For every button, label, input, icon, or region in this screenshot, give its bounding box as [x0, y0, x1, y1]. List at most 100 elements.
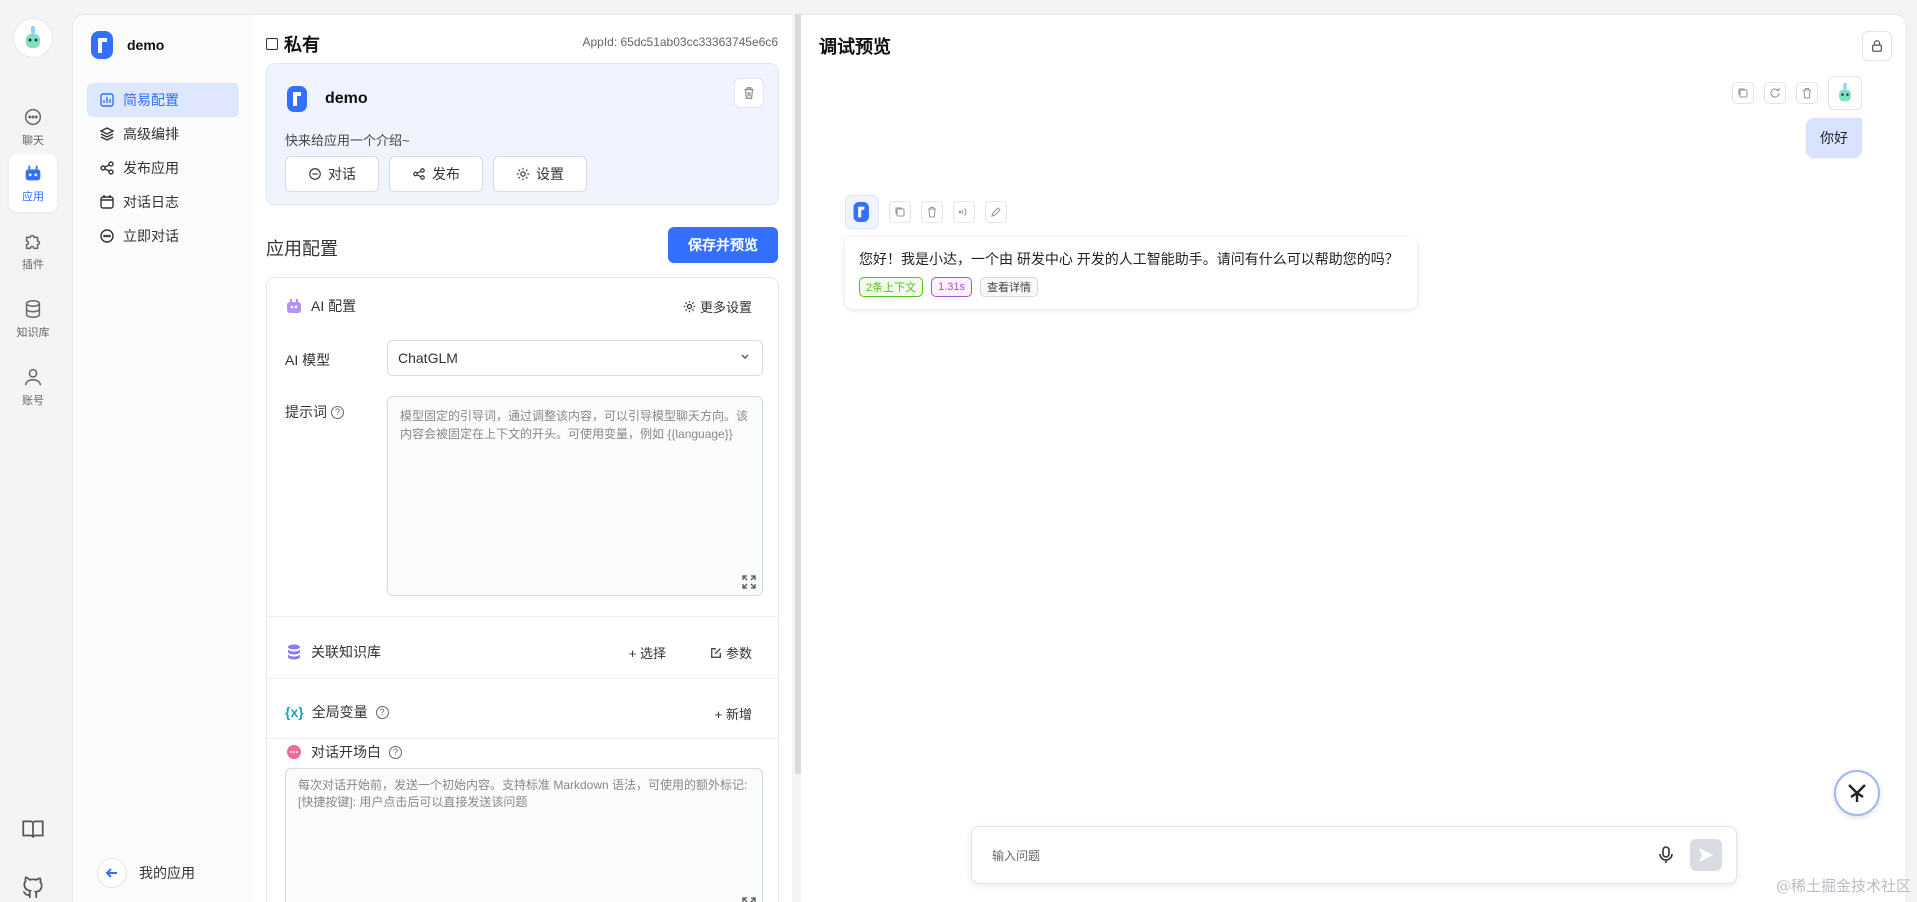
- settings-button[interactable]: 设置: [493, 156, 587, 192]
- help-icon[interactable]: ?: [375, 705, 389, 719]
- rail-item-label: 聊天: [22, 135, 44, 147]
- kb-select-button[interactable]: + 选择: [629, 643, 666, 662]
- nav-item-publish[interactable]: 发布应用: [87, 151, 239, 185]
- robot-icon: [287, 299, 301, 313]
- rail-item-account[interactable]: 账号: [9, 358, 57, 416]
- app-intro: 快来给应用一个介绍~: [285, 133, 410, 148]
- delete-message-button[interactable]: [1796, 82, 1818, 104]
- chat-button[interactable]: 对话: [285, 156, 379, 192]
- chat-input-bar[interactable]: 输入问题: [971, 826, 1737, 884]
- expand-icon[interactable]: [742, 575, 756, 589]
- rail-item-plugin[interactable]: 插件: [9, 222, 57, 280]
- visibility-label: 私有: [284, 35, 320, 55]
- user-icon: [24, 368, 42, 386]
- book-icon[interactable]: [20, 816, 46, 842]
- save-preview-button[interactable]: 保存并预览: [668, 227, 778, 263]
- opening-textarea[interactable]: 每次对话开始前，发送一个初始内容。支持标准 Markdown 语法，可使用的额外…: [285, 768, 763, 902]
- send-button[interactable]: [1690, 839, 1722, 871]
- rail-item-label: 知识库: [16, 327, 50, 339]
- opening-placeholder: 每次对话开始前，发送一个初始内容。支持标准 Markdown 语法，可使用的额外…: [298, 778, 748, 809]
- app-logo-icon: [91, 31, 113, 59]
- github-icon[interactable]: [20, 874, 46, 900]
- app-sidebar-card: demo 简易配置 高级编排 发布应用 对话日志 立即对话 我的应用: [72, 14, 252, 902]
- gear-icon: [683, 300, 696, 313]
- prompt-textarea[interactable]: 模型固定的引导词，通过调整该内容，可以引导模型聊天方向。该内容会被固定在上下文的…: [387, 396, 763, 596]
- nav-item-logs[interactable]: 对话日志: [87, 185, 239, 219]
- prompt-label: 提示词: [285, 404, 327, 420]
- details-tag[interactable]: 查看详情: [980, 277, 1039, 297]
- retry-button[interactable]: [1764, 82, 1786, 104]
- refresh-icon: [1770, 88, 1780, 98]
- back-to-my-apps[interactable]: 我的应用: [97, 858, 195, 888]
- app-logo-icon: [287, 86, 307, 112]
- arrow-left-icon: [97, 858, 127, 888]
- config-box: AI 配置 更多设置 AI 模型 ChatGLM 提示词 ? 模型固定的引导词，…: [266, 277, 779, 902]
- delete-app-button[interactable]: [734, 78, 764, 108]
- copy-button[interactable]: [889, 201, 911, 223]
- vars-add-label: + 新增: [714, 707, 752, 722]
- publish-button[interactable]: 发布: [389, 156, 483, 192]
- user-avatar[interactable]: [13, 18, 53, 58]
- vars-add-button[interactable]: + 新增: [715, 704, 752, 723]
- nav-item-label: 对话日志: [123, 194, 179, 210]
- variable-icon: {x}: [285, 704, 304, 720]
- more-settings-button[interactable]: 更多设置: [683, 297, 752, 316]
- robot-mascot-icon: [26, 26, 40, 48]
- app-info-header: demo: [285, 84, 368, 114]
- assistant-float-button[interactable]: [1834, 770, 1880, 816]
- copy-button[interactable]: [1732, 82, 1754, 104]
- microphone-icon[interactable]: [1656, 845, 1676, 865]
- gear-icon: [516, 167, 530, 181]
- edit-message-button[interactable]: [985, 201, 1007, 223]
- expand-icon[interactable]: [742, 897, 756, 902]
- nav-item-chat-now[interactable]: 立即对话: [87, 219, 239, 253]
- rail-item-label: 账号: [22, 395, 44, 407]
- help-icon[interactable]: ?: [389, 745, 402, 759]
- assistant-logo-icon: [1848, 784, 1866, 802]
- message-tags: 2条上下文 1.31s 查看详情: [859, 277, 1403, 297]
- preview-panel: 调试预览 你好 您好！我是小达，一个由 研发中心 开发的人工智能助手。请问有什么…: [801, 14, 1907, 902]
- kb-params-button[interactable]: 参数: [710, 643, 752, 662]
- trash-icon: [928, 206, 936, 218]
- user-message: 你好: [1806, 118, 1862, 158]
- app-id: AppId: 65dc51ab03cc33363745e6c6: [582, 35, 778, 49]
- lock-icon: [1872, 40, 1882, 52]
- nav-item-label: 高级编排: [123, 126, 179, 142]
- help-icon[interactable]: ?: [331, 405, 344, 419]
- chevron-down-icon: [741, 354, 749, 359]
- app-logo-icon: [853, 202, 869, 222]
- prompt-label-wrap: 提示词 ?: [285, 402, 344, 422]
- ai-config-header: AI 配置: [285, 296, 356, 316]
- app-sidebar: demo 简易配置 高级编排 发布应用 对话日志 立即对话 我的应用: [72, 14, 252, 902]
- rail-item-app[interactable]: 应用: [9, 154, 57, 212]
- nav-item-advanced[interactable]: 高级编排: [87, 117, 239, 151]
- app-header: demo: [89, 29, 164, 61]
- chart-icon: [100, 93, 114, 107]
- main-rail: 聊天 应用 插件 知识库 账号: [0, 0, 66, 902]
- chat-input-placeholder: 输入问题: [992, 849, 1041, 863]
- edit-icon: [711, 647, 721, 658]
- lock-button[interactable]: [1862, 31, 1892, 61]
- nav-item-label: 发布应用: [123, 160, 179, 176]
- send-icon: [1699, 848, 1713, 862]
- app-name: demo: [127, 37, 165, 53]
- duration-tag: 1.31s: [931, 277, 973, 297]
- nav-item-simple-config[interactable]: 简易配置: [87, 83, 239, 117]
- model-label: AI 模型: [285, 352, 331, 368]
- model-select[interactable]: ChatGLM: [387, 340, 763, 376]
- copy-icon: [895, 207, 905, 217]
- speak-button[interactable]: [953, 201, 975, 223]
- sound-icon: [958, 208, 967, 216]
- rail-item-label: 应用: [22, 191, 44, 203]
- kb-select-label: + 选择: [628, 646, 666, 661]
- rail-item-chat[interactable]: 聊天: [9, 98, 57, 156]
- chat-icon: [309, 168, 321, 180]
- opening-header: 对话开场白 ?: [285, 742, 402, 762]
- rail-item-kb[interactable]: 知识库: [9, 290, 57, 348]
- pencil-icon: [991, 207, 1001, 217]
- database-icon: [25, 300, 41, 318]
- context-tag[interactable]: 2条上下文: [859, 277, 924, 297]
- trash-icon: [744, 87, 754, 99]
- watermark: @稀土掘金技术社区: [1775, 877, 1911, 895]
- delete-message-button[interactable]: [921, 201, 943, 223]
